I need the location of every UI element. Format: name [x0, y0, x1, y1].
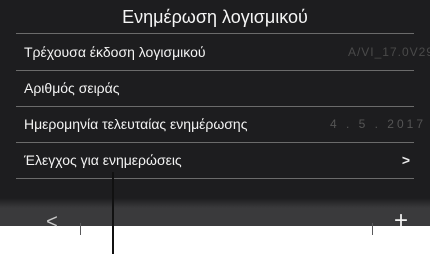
current-version-label: Τρέχουσα έκδοση λογισμικού — [24, 44, 206, 60]
chevron-left-icon: < — [46, 211, 58, 233]
callout-line — [112, 172, 114, 254]
last-update-date-label: Ημερομηνία τελευταίας ενημέρωσης — [24, 116, 248, 132]
row-serial-number: Αριθμός σειράς — [0, 70, 430, 106]
row-last-update-date: Ημερομηνία τελευταίας ενημέρωσης 4 . 5 .… — [0, 106, 430, 142]
bottom-navigation-bar — [0, 198, 430, 226]
back-button[interactable]: < — [40, 210, 64, 234]
divider — [372, 223, 373, 235]
current-version-value: A/VI_17.0V29 — [347, 45, 430, 59]
divider — [16, 178, 414, 179]
serial-number-label: Αριθμός σειράς — [24, 80, 120, 96]
check-for-updates-button[interactable]: Έλεγχος για ενημερώσεις > — [0, 142, 430, 178]
divider — [80, 223, 81, 235]
check-for-updates-label: Έλεγχος για ενημερώσεις — [24, 152, 182, 168]
add-button[interactable]: + — [388, 208, 414, 234]
chevron-right-icon: > — [401, 152, 410, 168]
row-current-version: Τρέχουσα έκδοση λογισμικού A/VI_17.0V29 — [0, 34, 430, 70]
last-update-date-value: 4 . 5 . 2017 — [329, 117, 426, 131]
software-update-screen: Ενημέρωση λογισμικού Τρέχουσα έκδοση λογ… — [0, 0, 430, 235]
plus-icon: + — [393, 207, 408, 234]
page-title: Ενημέρωση λογισμικού — [0, 0, 430, 34]
